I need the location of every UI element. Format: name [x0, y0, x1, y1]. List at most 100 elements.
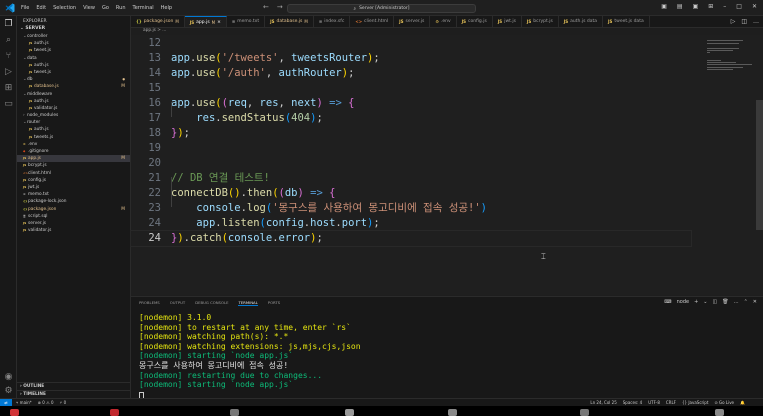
run-debug-icon[interactable]: ▷: [3, 67, 14, 78]
extensions-icon[interactable]: ⊞: [3, 83, 14, 94]
menu-item-help[interactable]: Help: [161, 5, 172, 11]
close-panel-icon[interactable]: ✕: [753, 299, 757, 305]
file-item[interactable]: JS auth.js: [17, 98, 130, 105]
file-item[interactable]: ≡ memo.txt: [17, 191, 130, 198]
taskbar-app-icon[interactable]: [448, 409, 457, 416]
file-item[interactable]: {}package-lock.json: [17, 198, 130, 205]
file-item[interactable]: <>client.html: [17, 170, 130, 177]
tab-server-js[interactable]: JS server.js: [394, 16, 431, 27]
taskbar-app-icon[interactable]: [230, 409, 239, 416]
file-item[interactable]: ≣ script.sql: [17, 213, 130, 220]
file-item[interactable]: JS server.js: [17, 220, 130, 227]
file-item[interactable]: ◆ .gitignore: [17, 148, 130, 155]
taskbar-app-icon[interactable]: [580, 409, 589, 416]
panel-tab-output[interactable]: OUTPUT: [170, 300, 185, 306]
tab-memo-txt[interactable]: ≡ memo.txt: [227, 16, 266, 27]
panel-tab-ports[interactable]: PORTS: [268, 300, 280, 306]
layout-secondary-icon[interactable]: ▣: [693, 3, 699, 10]
maximize-icon[interactable]: □: [736, 3, 742, 10]
folder-item[interactable]: › node_modules: [17, 112, 130, 119]
file-item[interactable]: {}package.json M: [17, 206, 130, 213]
tab-index-sfc[interactable]: ≡ index.sfc: [314, 16, 351, 27]
minimize-icon[interactable]: –: [723, 3, 726, 10]
taskbar-app-icon[interactable]: [345, 409, 354, 416]
tab--env[interactable]: ⚙ .env: [430, 16, 457, 27]
folder-item[interactable]: ⌄middleware: [17, 91, 130, 98]
menu-item-terminal[interactable]: Terminal: [133, 5, 154, 11]
more-panel-icon[interactable]: …: [734, 299, 739, 305]
split-editor-icon[interactable]: ◫: [741, 18, 747, 25]
close-tab-icon[interactable]: ×: [217, 17, 221, 28]
tab-config-js[interactable]: JS config.js: [457, 16, 493, 27]
source-control-icon[interactable]: ⑂: [3, 51, 14, 62]
explorer-icon[interactable]: ❐: [3, 19, 14, 30]
tab-app-js[interactable]: JS app.js M ×: [184, 16, 227, 28]
terminal-dropdown-icon[interactable]: ⌄: [703, 299, 707, 305]
customize-layout-icon[interactable]: ⊞: [708, 3, 713, 10]
file-item[interactable]: JS tweets.js: [17, 134, 130, 141]
remote-explorer-icon[interactable]: ▭: [3, 99, 14, 110]
tab-auth-js[interactable]: JS auth.js data: [559, 16, 603, 27]
kill-terminal-icon[interactable]: 🗑: [722, 299, 728, 305]
menu-item-selection[interactable]: Selection: [53, 5, 76, 11]
file-item[interactable]: JS database.js M: [17, 83, 130, 90]
line-number: 19: [148, 142, 161, 154]
file-item[interactable]: JS auth.js: [17, 126, 130, 133]
folder-item[interactable]: ⌄controller: [17, 33, 130, 40]
tab-database-js[interactable]: JS database.js M: [265, 16, 314, 27]
file-item[interactable]: JS jwt.js: [17, 184, 130, 191]
minimap[interactable]: [703, 35, 763, 295]
workspace-root[interactable]: ⌄ SERVER: [17, 26, 130, 33]
file-item[interactable]: JS validator.js: [17, 105, 130, 112]
tab-package-json[interactable]: {} package.json M: [131, 16, 185, 27]
layout-panel-icon[interactable]: ▤: [677, 3, 683, 10]
folder-item[interactable]: ⌄data: [17, 55, 130, 62]
file-item[interactable]: JS tweet.js: [17, 69, 130, 76]
terminal-shell-label[interactable]: node: [677, 299, 689, 305]
file-item[interactable]: JS config.js: [17, 177, 130, 184]
file-item[interactable]: JS auth.js: [17, 40, 130, 47]
tab-tweet-js[interactable]: JS tweet.js data: [603, 16, 650, 27]
new-terminal-icon[interactable]: +: [694, 299, 698, 305]
file-item[interactable]: JS app.js M: [17, 155, 130, 163]
file-item[interactable]: JS validator.js: [17, 227, 130, 234]
breadcrumb[interactable]: app.js > ...: [143, 28, 166, 35]
split-terminal-icon[interactable]: ◫: [713, 299, 718, 305]
search-activity-icon[interactable]: ⌕: [3, 35, 14, 46]
forward-arrow-icon[interactable]: →: [277, 3, 283, 11]
terminal-line: [nodemon] starting `node app.js`: [139, 351, 294, 361]
maximize-panel-icon[interactable]: ⌃: [744, 299, 748, 305]
taskbar-app-icon[interactable]: [110, 409, 119, 416]
file-item[interactable]: ⚙ .env: [17, 141, 130, 148]
file-item[interactable]: JS tweet.js: [17, 47, 130, 54]
tab-client-html[interactable]: <> client.html: [350, 16, 395, 27]
panel-tab-terminal[interactable]: TERMINAL: [238, 300, 258, 306]
account-icon[interactable]: ◉: [3, 372, 14, 383]
menu-item-edit[interactable]: Edit: [36, 5, 46, 11]
command-center-search[interactable]: ⌕ Server [Administrator]: [287, 4, 476, 13]
file-item[interactable]: JS auth.js: [17, 62, 130, 69]
timeline-section[interactable]: › TIMELINE: [17, 390, 131, 398]
panel-tab-debug-console[interactable]: DEBUG CONSOLE: [195, 300, 228, 306]
panel-tab-problems[interactable]: PROBLEMS: [139, 300, 160, 306]
folder-item[interactable]: ⌄db ●: [17, 76, 130, 83]
outline-section[interactable]: › OUTLINE: [17, 382, 131, 390]
run-icon[interactable]: ▷: [731, 18, 736, 25]
menu-item-go[interactable]: Go: [102, 5, 109, 11]
manage-gear-icon[interactable]: ⚙: [3, 386, 14, 397]
layout-sidebar-icon[interactable]: ▣: [661, 3, 667, 10]
taskbar-app-icon[interactable]: [10, 409, 19, 416]
menu-item-file[interactable]: File: [21, 5, 29, 11]
taskbar-app-icon[interactable]: [715, 409, 724, 416]
folder-item[interactable]: ⌄router: [17, 119, 130, 126]
tab-jwt-js[interactable]: JS jwt.js: [493, 16, 522, 27]
tab-bcrypt-js[interactable]: JS bcrypt.js: [522, 16, 559, 27]
menu-item-run[interactable]: Run: [116, 5, 126, 11]
close-window-icon[interactable]: ✕: [752, 3, 757, 10]
menu-item-view[interactable]: View: [83, 5, 95, 11]
more-actions-icon[interactable]: …: [753, 18, 759, 25]
editor-scrollbar[interactable]: [756, 100, 763, 230]
file-item[interactable]: JS bcrypt.js: [17, 162, 130, 169]
back-arrow-icon[interactable]: ←: [263, 3, 269, 11]
code-editor[interactable]: 12 13 app.use('/tweets', tweetsRouter); 14 a…: [130, 35, 763, 295]
